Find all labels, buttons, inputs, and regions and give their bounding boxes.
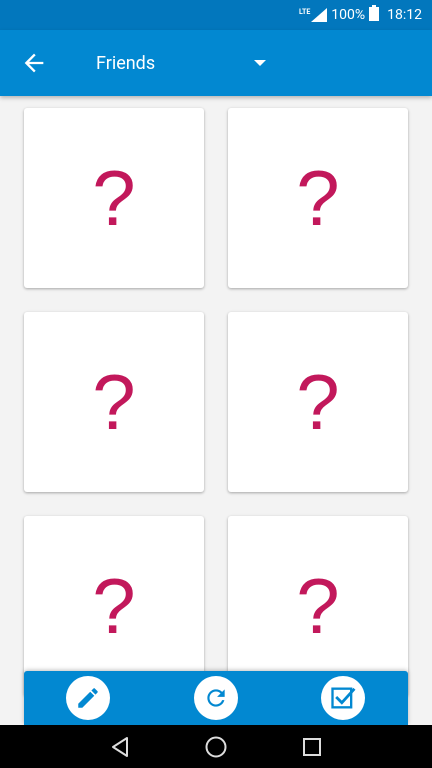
- bottom-action-bar: [24, 671, 408, 725]
- battery-level: 100%: [331, 7, 366, 23]
- group-selector[interactable]: Friends: [96, 45, 276, 81]
- nav-home-button[interactable]: [204, 735, 228, 759]
- card-symbol: ?: [296, 154, 340, 242]
- card-symbol: ?: [296, 562, 340, 650]
- battery-icon: [369, 5, 380, 25]
- nav-back-icon: [112, 737, 128, 757]
- nav-home-icon: [205, 736, 227, 758]
- card-2[interactable]: ?: [228, 108, 408, 288]
- card-6[interactable]: ?: [228, 516, 408, 696]
- refresh-icon: [207, 689, 225, 707]
- card-1[interactable]: ?: [24, 108, 204, 288]
- card-3[interactable]: ?: [24, 312, 204, 492]
- network-type: LTE: [298, 8, 311, 16]
- back-button[interactable]: [20, 49, 48, 77]
- edit-icon: [78, 688, 98, 708]
- card-5[interactable]: ?: [24, 516, 204, 696]
- confirm-button[interactable]: [321, 676, 365, 720]
- nav-back-button[interactable]: [108, 735, 132, 759]
- checkbox-icon: [331, 687, 356, 709]
- card-symbol: ?: [296, 358, 340, 446]
- refresh-button[interactable]: [194, 676, 238, 720]
- card-symbol: ?: [92, 358, 136, 446]
- status-bar: LTE 100% 18:12: [0, 0, 432, 30]
- app-bar: Friends: [0, 30, 432, 96]
- signal-icon: LTE: [298, 8, 328, 22]
- edit-button[interactable]: [66, 676, 110, 720]
- dropdown-caret-icon: [254, 60, 266, 66]
- system-nav-bar: [0, 725, 432, 768]
- group-title: Friends: [96, 52, 156, 74]
- card-symbol: ?: [92, 154, 136, 242]
- card-4[interactable]: ?: [228, 312, 408, 492]
- arrow-back-icon: [24, 53, 44, 73]
- nav-recents-icon: [303, 738, 321, 756]
- card-symbol: ?: [92, 562, 136, 650]
- nav-recents-button[interactable]: [300, 735, 324, 759]
- clock: 18:12: [387, 7, 422, 23]
